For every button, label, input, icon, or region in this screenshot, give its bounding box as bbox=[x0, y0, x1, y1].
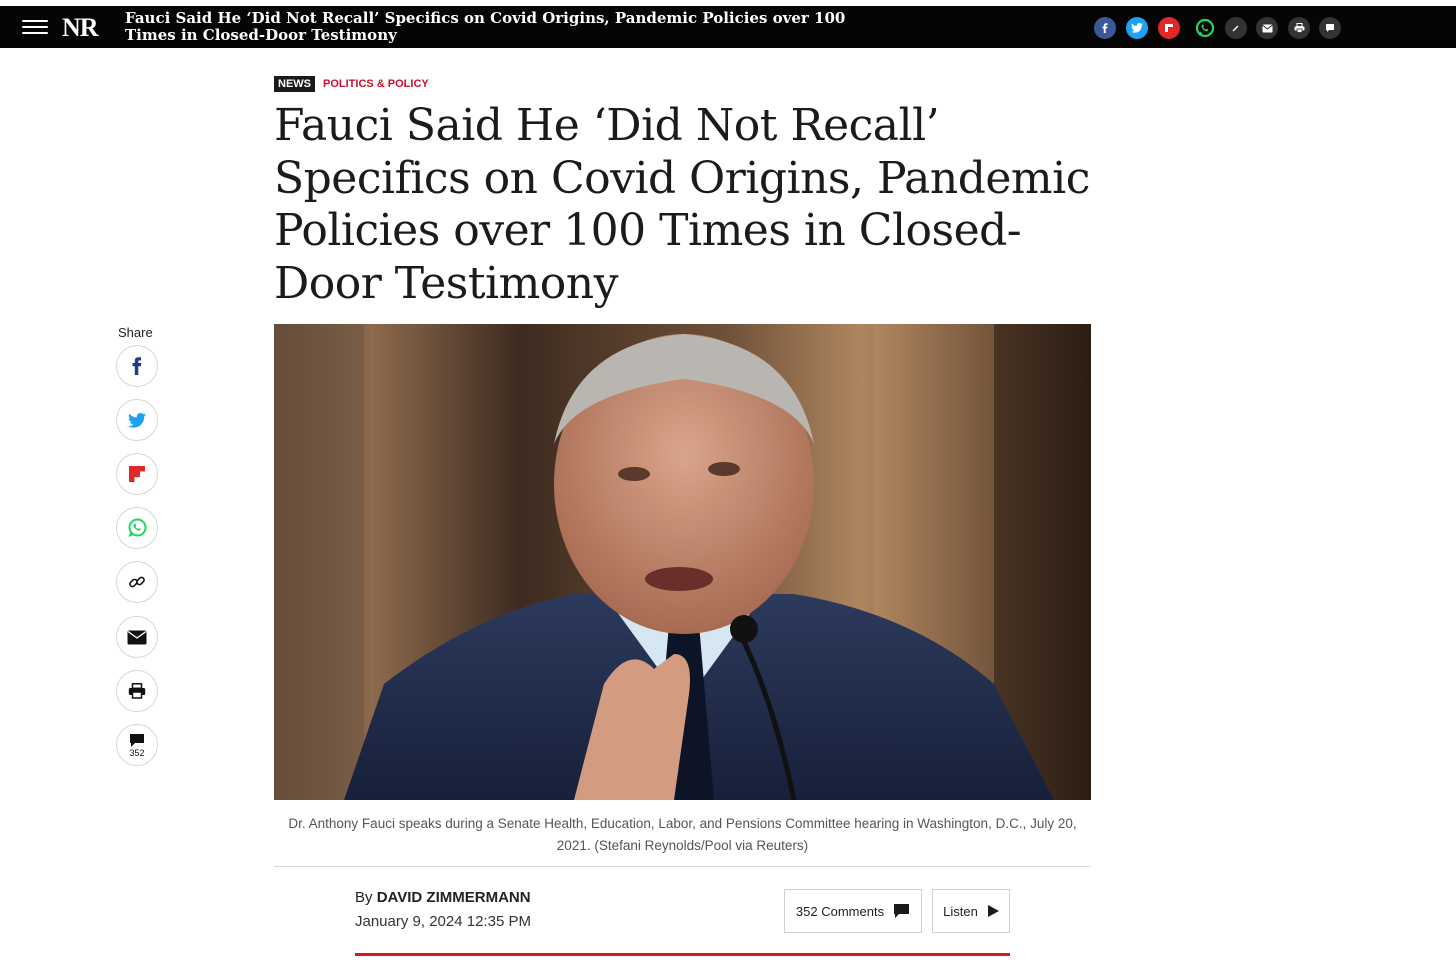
comments-rail-button[interactable]: 352 bbox=[116, 724, 158, 766]
sticky-header: NR Fauci Said He ‘Did Not Recall’ Specif… bbox=[0, 0, 1456, 52]
news-tag[interactable]: News bbox=[274, 76, 315, 92]
whatsapp-icon[interactable] bbox=[1194, 17, 1216, 39]
hamburger-menu-icon[interactable] bbox=[22, 16, 48, 38]
facebook-icon bbox=[132, 357, 142, 375]
comment-icon[interactable] bbox=[1319, 17, 1341, 39]
facebook-icon[interactable] bbox=[1094, 17, 1116, 39]
publish-date: January 9, 2024 12:35 PM bbox=[355, 913, 531, 930]
comment-icon bbox=[130, 733, 144, 747]
share-copy-link-button[interactable] bbox=[116, 561, 158, 603]
comments-button-label: 352 Comments bbox=[795, 903, 885, 919]
header-article-title: Fauci Said He ‘Did Not Recall’ Specifics… bbox=[125, 9, 846, 44]
caption-divider bbox=[274, 866, 1091, 867]
author-link[interactable]: David Zimmermann bbox=[377, 889, 531, 906]
hero-photo-illustration bbox=[274, 324, 1054, 800]
share-flipboard-button[interactable] bbox=[116, 453, 158, 495]
link-icon[interactable] bbox=[1225, 17, 1247, 39]
site-logo[interactable]: NR bbox=[62, 13, 99, 43]
comments-button[interactable]: 352 Comments bbox=[784, 889, 922, 933]
flipboard-icon[interactable] bbox=[1158, 17, 1180, 39]
flipboard-icon bbox=[129, 466, 145, 482]
comment-icon bbox=[894, 904, 910, 918]
print-icon[interactable] bbox=[1288, 17, 1310, 39]
link-icon bbox=[129, 576, 145, 588]
article-kicker: News Politics & Policy bbox=[274, 76, 429, 92]
email-icon bbox=[127, 630, 147, 644]
print-icon bbox=[128, 683, 146, 699]
twitter-icon[interactable] bbox=[1126, 17, 1148, 39]
header-bar: NR Fauci Said He ‘Did Not Recall’ Specif… bbox=[0, 6, 1456, 48]
share-twitter-button[interactable] bbox=[116, 399, 158, 441]
byline-prefix: By bbox=[355, 889, 373, 906]
share-label: Share bbox=[118, 325, 153, 340]
photo-caption: Dr. Anthony Fauci speaks during a Senate… bbox=[288, 816, 1077, 853]
byline-red-rule bbox=[355, 953, 1010, 956]
listen-button-label: Listen bbox=[943, 903, 978, 919]
share-whatsapp-button[interactable] bbox=[116, 507, 158, 549]
listen-button[interactable]: Listen bbox=[932, 889, 1010, 933]
hero-photo bbox=[274, 324, 1091, 800]
print-button[interactable] bbox=[116, 670, 158, 712]
whatsapp-icon bbox=[128, 518, 147, 537]
share-email-button[interactable] bbox=[116, 616, 158, 658]
comment-count: 352 bbox=[129, 747, 145, 758]
twitter-icon bbox=[128, 412, 146, 428]
play-icon bbox=[987, 905, 999, 917]
article-headline: Fauci Said He ‘Did Not Recall’ Specifics… bbox=[274, 100, 1090, 309]
byline: By David Zimmermann bbox=[355, 889, 531, 906]
email-icon[interactable] bbox=[1256, 17, 1278, 39]
section-link[interactable]: Politics & Policy bbox=[323, 78, 429, 90]
share-facebook-button[interactable] bbox=[116, 345, 158, 387]
